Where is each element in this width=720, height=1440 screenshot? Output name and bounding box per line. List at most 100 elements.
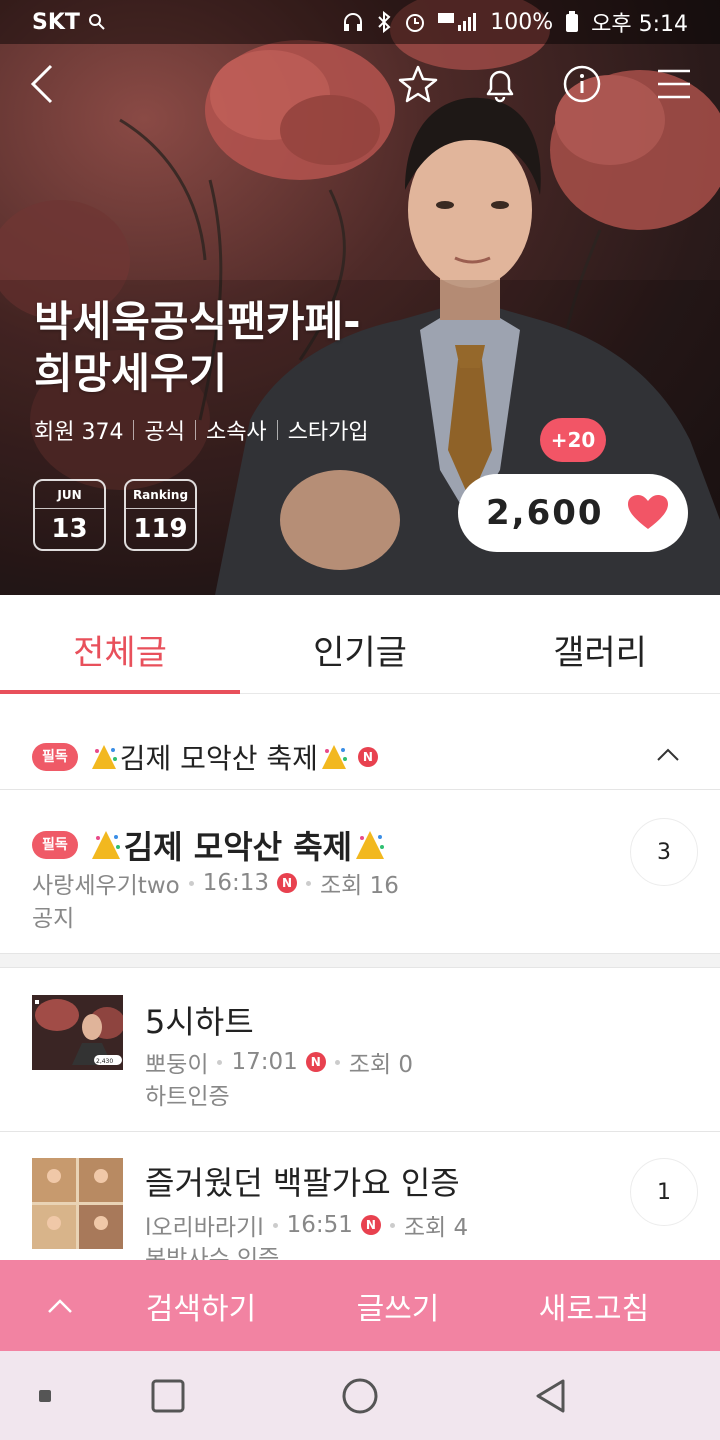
post-category: 본방사수 인증 <box>145 1246 280 1260</box>
new-badge: N <box>305 1052 326 1072</box>
notification-button[interactable] <box>472 56 528 112</box>
system-nav-bar <box>0 1351 720 1440</box>
back-nav-button[interactable] <box>530 1351 572 1440</box>
official-label: 공식 <box>144 420 185 445</box>
member-count[interactable]: 회원 374 <box>34 414 123 446</box>
star-join-label[interactable]: 스타가입 <box>288 414 369 446</box>
new-badge: N <box>277 873 297 893</box>
agency-label[interactable]: 소속사 <box>206 414 267 446</box>
tab-gallery[interactable]: 갤러리 <box>480 595 720 694</box>
pinned-title-text: 김제 모악산 축제 <box>119 741 318 775</box>
party-emoji-icon <box>91 831 120 859</box>
meta-dot <box>306 880 311 886</box>
home-button[interactable] <box>338 1351 382 1440</box>
heart-icon <box>628 495 668 529</box>
post-author: 사랑세우기two <box>32 873 180 899</box>
refresh-button[interactable]: 새로고침 <box>514 1284 674 1328</box>
meta-divider <box>194 420 196 440</box>
write-button[interactable]: 글쓰기 <box>282 1284 514 1328</box>
post-author: l오리바라기l <box>145 1215 264 1241</box>
post-views: 조회 4 <box>403 1215 469 1241</box>
recent-apps-button[interactable] <box>148 1351 188 1440</box>
heart-button[interactable]: 2,600 <box>458 474 688 552</box>
headset-icon <box>344 13 363 31</box>
party-emoji-icon <box>356 831 385 859</box>
meta-dot <box>272 1222 278 1228</box>
cafe-page: SKT 100% 오후 5:14 박세욱공식팬카페- 희망세우기 회원 374 … <box>0 0 720 1440</box>
month-label: JUN <box>35 481 104 509</box>
post-title: 김제 모악산 축제 <box>123 828 353 866</box>
ranking-value: 119 <box>133 514 188 544</box>
heart-plus-badge: +20 <box>540 418 606 462</box>
star-icon <box>398 65 438 103</box>
post-item[interactable]: 즐거웠던 백팔가요 인증 l오리바라기l 16:51 N 조회 4 본방사수 인… <box>0 1132 720 1260</box>
party-emoji-icon <box>321 744 347 769</box>
chevron-up-icon[interactable] <box>656 746 680 762</box>
menu-button[interactable] <box>646 56 702 112</box>
post-category: 공지 <box>32 906 75 932</box>
comment-count[interactable]: 3 <box>630 818 698 886</box>
post-views: 조회 0 <box>348 1052 414 1078</box>
section-gap <box>0 953 720 968</box>
clock: 오후 5:14 <box>591 12 688 37</box>
dot-icon <box>39 1389 51 1402</box>
new-badge: N <box>360 1215 381 1235</box>
meta-dot <box>334 1059 340 1065</box>
cafe-meta: 회원 374 공식 소속사 스타가입 <box>34 414 369 446</box>
post-time: 16:51 <box>286 1212 353 1238</box>
search-status-icon <box>88 14 105 30</box>
post-item[interactable]: 2,430 5시하트 뽀둥이 17:01 N 조회 0 하트인증 <box>0 969 720 1131</box>
post-title: 즐거웠던 백팔가요 인증 <box>145 1164 460 1202</box>
hero-top-nav <box>0 56 720 116</box>
cafe-title-line2: 희망세우기 <box>34 349 228 398</box>
tab-popular-posts[interactable]: 인기글 <box>240 595 480 694</box>
pinned-title: 김제 모악산 축제 N <box>88 737 378 777</box>
carrier-label: SKT <box>32 9 80 35</box>
meta-dot <box>389 1222 395 1228</box>
bottom-action-bar: 검색하기 글쓰기 새로고침 <box>0 1260 720 1351</box>
alarm-icon <box>406 14 425 32</box>
meta-dot <box>217 1059 223 1065</box>
post-author: 뽀둥이 <box>145 1052 209 1078</box>
post-item[interactable]: 필독 김제 모악산 축제 사랑세우기two 16:13 N 조회 16 공지 3 <box>0 790 720 953</box>
pinned-notice-bar[interactable]: 필독 김제 모악산 축제 N <box>0 724 720 790</box>
cafe-title-line1: 박세욱공식팬카페- <box>34 297 361 346</box>
meta-divider <box>276 420 278 440</box>
meta-divider <box>133 420 135 440</box>
nav-dot-button[interactable] <box>30 1351 60 1440</box>
board-tabs: 전체글 인기글 갤러리 <box>0 595 720 694</box>
hamburger-menu-icon <box>658 69 690 99</box>
month-value: 13 <box>51 514 88 544</box>
post-thumbnail <box>32 1158 123 1249</box>
ranking-label: Ranking <box>126 481 195 509</box>
favorite-button[interactable] <box>390 56 446 112</box>
post-time: 17:01 <box>231 1049 298 1075</box>
scroll-top-button[interactable] <box>0 1298 120 1314</box>
battery-icon <box>566 11 579 32</box>
tab-all-posts[interactable]: 전체글 <box>0 595 240 694</box>
back-arrow-icon <box>30 64 53 104</box>
lte-signal-icon <box>438 13 477 31</box>
status-right-group: 100% 오후 5:14 <box>342 6 688 38</box>
month-stat-box[interactable]: JUN 13 <box>33 479 106 551</box>
back-button[interactable] <box>14 56 70 112</box>
meta-dot <box>188 880 194 886</box>
comment-count[interactable]: 1 <box>630 1158 698 1226</box>
recent-apps-icon <box>151 1379 185 1412</box>
ranking-stat-box[interactable]: Ranking 119 <box>124 479 197 551</box>
heart-count: 2,600 <box>486 493 604 533</box>
thumbnail-collage-image <box>32 1158 123 1249</box>
post-meta: 뽀둥이 17:01 N 조회 0 <box>145 1045 413 1079</box>
info-button[interactable] <box>554 56 610 112</box>
back-triangle-icon <box>536 1379 565 1412</box>
must-read-tag: 필독 <box>32 831 78 859</box>
info-icon <box>563 65 601 103</box>
cafe-hero-banner: SKT 100% 오후 5:14 박세욱공식팬카페- 희망세우기 회원 374 … <box>0 0 720 595</box>
cafe-title: 박세욱공식팬카페- 희망세우기 <box>34 296 454 400</box>
thumbnail-image: 2,430 <box>32 995 123 1086</box>
thumbnail-heart-count: 2,430 <box>96 1058 113 1065</box>
new-badge: N <box>357 746 378 767</box>
search-button[interactable]: 검색하기 <box>120 1284 282 1328</box>
home-icon <box>342 1378 378 1413</box>
post-title-row: 필독 김제 모악산 축제 <box>32 822 388 868</box>
